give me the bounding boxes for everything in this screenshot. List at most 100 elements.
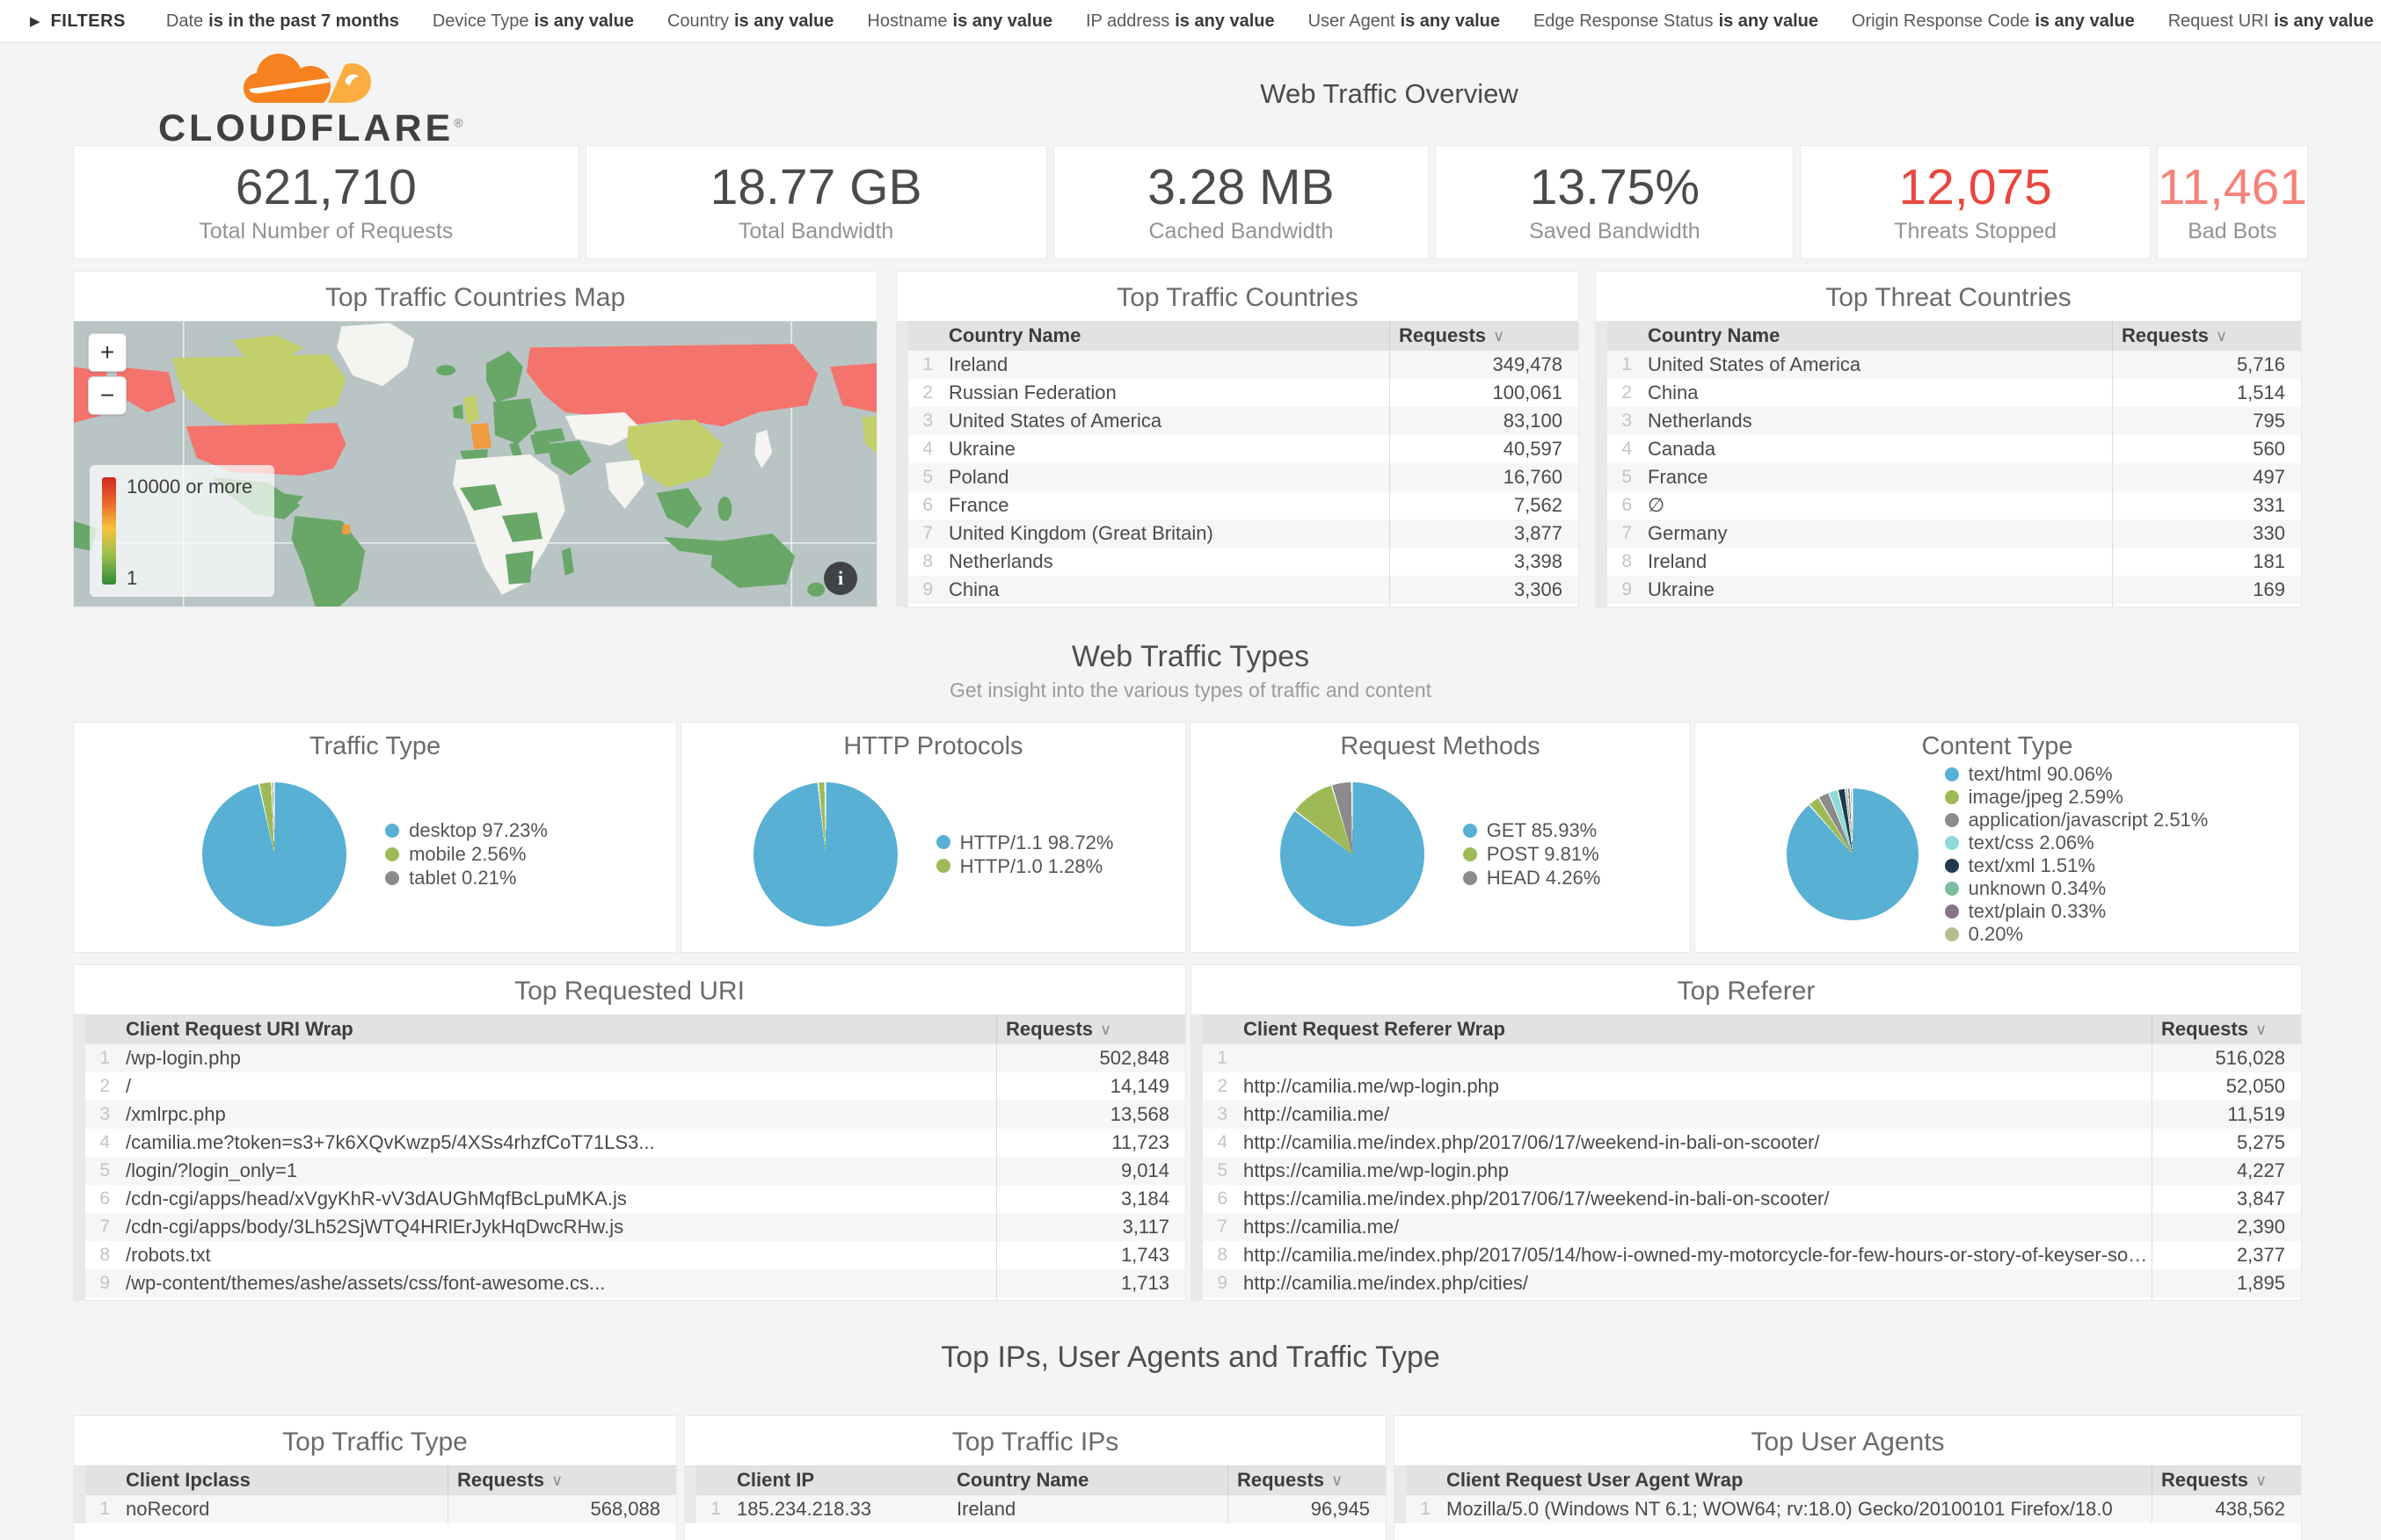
table-row[interactable]: 9 /wp-content/themes/ashe/assets/css/fon…: [85, 1269, 1185, 1297]
row-country: China: [942, 578, 1389, 601]
filters-label[interactable]: FILTERS: [51, 11, 126, 32]
filters-caret-icon[interactable]: ▶: [30, 13, 40, 29]
table-row[interactable]: 1 Ireland 349,478: [908, 351, 1578, 379]
table-row[interactable]: 10 Singapore 159: [1607, 604, 2301, 607]
panel-content-type: Content Type text/html 90.06% image/jpeg…: [1694, 722, 2300, 953]
table-row[interactable]: 2 China 1,514: [1607, 379, 2301, 407]
content-type-pie-chart[interactable]: [1787, 788, 1919, 920]
table-row[interactable]: 6 ∅ 331: [1607, 491, 2301, 519]
legend-item[interactable]: 0.20%: [1945, 925, 2209, 944]
column-requests-sort[interactable]: Requests∨: [1389, 321, 1578, 351]
table-row[interactable]: 8 Ireland 181: [1607, 548, 2301, 576]
traffic-type-pie-chart[interactable]: [202, 782, 346, 926]
map-zoom-in-button[interactable]: +: [88, 333, 127, 372]
table-row[interactable]: 5 Poland 16,760: [908, 463, 1578, 491]
legend-label: HTTP/1.0 1.28%: [960, 856, 1103, 876]
map-legend-max-label: 10000 or more: [127, 476, 252, 498]
table-row[interactable]: 1 516,028: [1203, 1044, 2301, 1072]
table-row[interactable]: 9 Ukraine 169: [1607, 576, 2301, 604]
column-requests-sort[interactable]: Requests∨: [996, 1014, 1185, 1044]
table-row[interactable]: 1 noRecord 568,088: [85, 1495, 676, 1523]
table-row[interactable]: 9 China 3,306: [908, 576, 1578, 604]
table-row[interactable]: 8 http://camilia.me/index.php/2017/05/14…: [1203, 1241, 2301, 1269]
legend-item[interactable]: HTTP/1.1 98.72%: [936, 832, 1114, 853]
table-row[interactable]: 9 http://camilia.me/index.php/cities/ 1,…: [1203, 1269, 2301, 1297]
filter-chip[interactable]: Device Typeis any value: [433, 11, 634, 32]
table-row[interactable]: 5 https://camilia.me/wp-login.php 4,227: [1203, 1157, 2301, 1185]
table-row[interactable]: 10 Canada 2,215: [908, 604, 1578, 607]
legend-item[interactable]: text/plain 0.33%: [1945, 902, 2209, 921]
http-protocols-pie-chart[interactable]: [754, 782, 898, 926]
column-requests-sort[interactable]: Requests∨: [2152, 1465, 2301, 1495]
table-row[interactable]: 8 Netherlands 3,398: [908, 548, 1578, 576]
filter-chip[interactable]: Edge Response Statusis any value: [1533, 11, 1818, 32]
legend-item[interactable]: text/css 2.06%: [1945, 833, 2209, 853]
filter-chip[interactable]: User Agentis any value: [1308, 11, 1500, 32]
column-requests-sort[interactable]: Requests∨: [1227, 1465, 1386, 1495]
row-uri: /camilia.me?token=s3+7k6XQvKwzp5/4XSs4rh…: [119, 1131, 996, 1154]
filter-chip[interactable]: Origin Response Codeis any value: [1852, 11, 2135, 32]
legend-item[interactable]: tablet 0.21%: [385, 868, 548, 888]
row-requests: 331: [2112, 491, 2301, 519]
table-row[interactable]: 6 France 7,562: [908, 491, 1578, 519]
legend-item[interactable]: text/xml 1.51%: [1945, 856, 2209, 875]
table-row[interactable]: 3 Netherlands 795: [1607, 407, 2301, 435]
filter-chip[interactable]: IP addressis any value: [1086, 11, 1275, 32]
row-uri: /cdn-cgi/apps/body/3Lh52SjWTQ4HRlErJykHq…: [119, 1216, 996, 1239]
row-uri: /login/?login_only=1: [119, 1159, 996, 1182]
table-row[interactable]: 7 Germany 330: [1607, 519, 2301, 548]
legend-item[interactable]: GET 85.93%: [1463, 820, 1601, 840]
table-row[interactable]: 3 http://camilia.me/ 11,519: [1203, 1101, 2301, 1129]
stat-value: 621,710: [236, 160, 417, 215]
row-rank: 8: [1607, 551, 1641, 572]
table-row[interactable]: 10 http://camilia.me/index.php/about/ 1,…: [1203, 1297, 2301, 1301]
column-requests-sort[interactable]: Requests∨: [2112, 321, 2301, 351]
table-row[interactable]: 4 http://camilia.me/index.php/2017/06/17…: [1203, 1129, 2301, 1157]
legend-item[interactable]: HEAD 4.26%: [1463, 868, 1601, 888]
table-row[interactable]: 4 Canada 560: [1607, 435, 2301, 463]
map-info-icon[interactable]: i: [824, 562, 857, 595]
table-row[interactable]: 7 https://camilia.me/ 2,390: [1203, 1213, 2301, 1241]
legend-item[interactable]: unknown 0.34%: [1945, 879, 2209, 898]
filter-chip[interactable]: Dateis in the past 7 months: [166, 11, 399, 32]
table-row[interactable]: 1 United States of America 5,716: [1607, 351, 2301, 379]
table-row[interactable]: 6 /cdn-cgi/apps/head/xVgyKhR-vV3dAUGhMqf…: [85, 1185, 1185, 1213]
table-row[interactable]: 6 https://camilia.me/index.php/2017/06/1…: [1203, 1185, 2301, 1213]
row-requests: 2,390: [2152, 1213, 2301, 1241]
request-methods-pie-chart[interactable]: [1280, 782, 1424, 926]
column-requests-sort[interactable]: Requests∨: [448, 1465, 676, 1495]
world-map[interactable]: + − 10000 or more 1 i: [74, 321, 877, 607]
filter-chip[interactable]: Countryis any value: [667, 11, 834, 32]
legend-item[interactable]: mobile 2.56%: [385, 844, 548, 864]
map-zoom-out-button[interactable]: −: [88, 376, 127, 415]
table-row[interactable]: 5 France 497: [1607, 463, 2301, 491]
filter-chip[interactable]: Request URIis any value: [2168, 11, 2374, 32]
panel-title: Top Requested URI: [74, 965, 1185, 1014]
table-row[interactable]: 1 /wp-login.php 502,848: [85, 1044, 1185, 1072]
table-row[interactable]: 10 /wp-content/themes/ashe/style.css?ver…: [85, 1297, 1185, 1301]
legend-item[interactable]: text/html 90.06%: [1945, 765, 2209, 784]
table-row[interactable]: 1 Mozilla/5.0 (Windows NT 6.1; WOW64; rv…: [1406, 1495, 2301, 1523]
column-requests-sort[interactable]: Requests∨: [2152, 1014, 2301, 1044]
table-row[interactable]: 4 Ukraine 40,597: [908, 435, 1578, 463]
legend-item[interactable]: desktop 97.23%: [385, 820, 548, 840]
table-row[interactable]: 3 /xmlrpc.php 13,568: [85, 1101, 1185, 1129]
table-row[interactable]: 3 United States of America 83,100: [908, 407, 1578, 435]
table-row[interactable]: 2 http://camilia.me/wp-login.php 52,050: [1203, 1072, 2301, 1101]
table-row[interactable]: 4 /camilia.me?token=s3+7k6XQvKwzp5/4XSs4…: [85, 1129, 1185, 1157]
table-row[interactable]: 1 185.234.218.33 Ireland 96,945: [696, 1495, 1386, 1523]
table-row[interactable]: 7 /cdn-cgi/apps/body/3Lh52SjWTQ4HRlErJyk…: [85, 1213, 1185, 1241]
legend-item[interactable]: HTTP/1.0 1.28%: [936, 856, 1114, 876]
table-row[interactable]: 2 / 14,149: [85, 1072, 1185, 1101]
table-row[interactable]: 7 United Kingdom (Great Britain) 3,877: [908, 519, 1578, 548]
legend-item[interactable]: image/jpeg 2.59%: [1945, 788, 2209, 807]
legend-item[interactable]: POST 9.81%: [1463, 844, 1601, 864]
filter-chip[interactable]: Hostnameis any value: [867, 11, 1052, 32]
table-row[interactable]: 8 /robots.txt 1,743: [85, 1241, 1185, 1269]
row-referer: http://camilia.me/: [1236, 1103, 2152, 1126]
filter-list: Dateis in the past 7 months Device Typei…: [166, 11, 2381, 32]
legend-item[interactable]: application/javascript 2.51%: [1945, 810, 2209, 830]
table-row[interactable]: 2 Russian Federation 100,061: [908, 379, 1578, 407]
stat-value: 18.77 GB: [710, 160, 922, 215]
table-row[interactable]: 5 /login/?login_only=1 9,014: [85, 1157, 1185, 1185]
